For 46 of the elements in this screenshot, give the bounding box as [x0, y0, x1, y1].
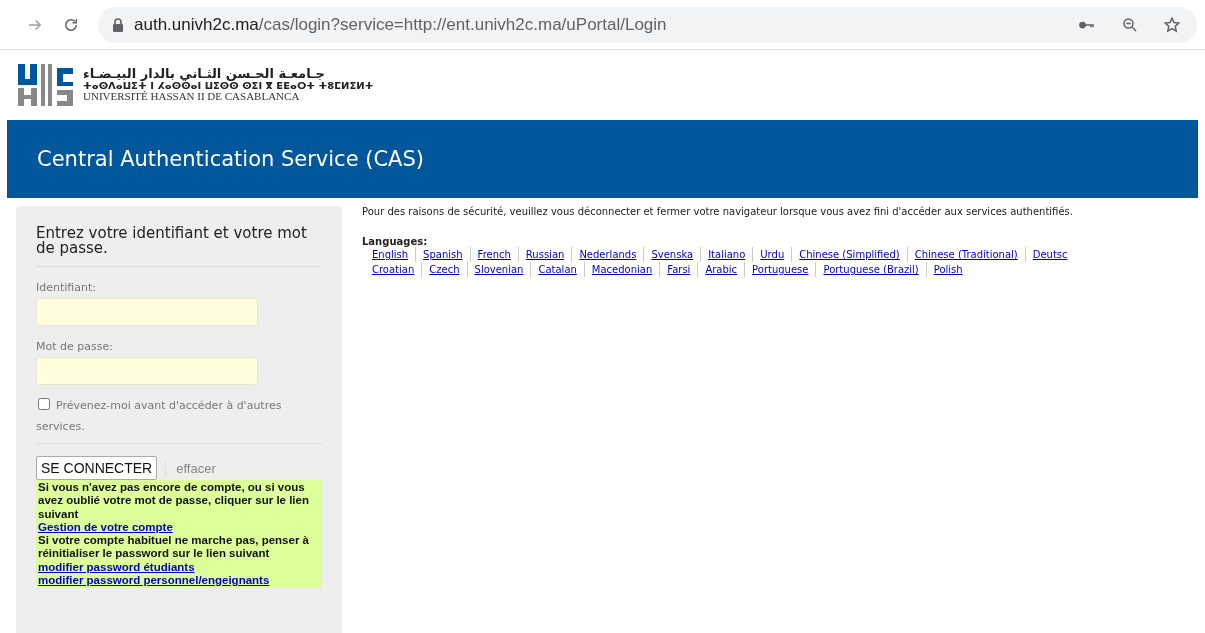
address-bar[interactable]: auth.univh2c.ma/cas/login?service=http://ent.univh2c.ma/uPortal/Login	[98, 6, 1197, 43]
field-label: Identifiant:	[36, 281, 97, 294]
language-link[interactable]: Slovenian	[474, 262, 532, 277]
language-link[interactable]: French	[477, 247, 519, 262]
language-link[interactable]: Italiano	[708, 247, 754, 262]
help-text: Si vous n'avez pas encore de compte, ou si vous avez oublié votre mot de passe, cliquer sur le lien suivant	[38, 481, 310, 521]
language-link[interactable]: Russian	[525, 247, 573, 262]
help-text: Si votre compte habituel ne marche pas, penser à réinitialiser le password sur le lien suivant	[38, 534, 310, 561]
field-label: Mot de passe:	[36, 340, 114, 353]
language-link[interactable]: Arabic	[705, 262, 746, 277]
remember-checkbox[interactable]	[38, 398, 50, 410]
language-link[interactable]: Farsi	[667, 262, 699, 277]
french-university-name: UNIVERSITÉ HASSAN II DE CASABLANCA	[83, 91, 301, 103]
star-icon[interactable]	[1163, 15, 1181, 34]
help-link[interactable]: Gestion de votre compte	[38, 520, 320, 535]
input-field[interactable]	[36, 357, 258, 385]
zoom-out-icon[interactable]	[1121, 15, 1139, 34]
language-link[interactable]: Portuguese	[752, 262, 817, 277]
language-link[interactable]: Spanish	[423, 247, 471, 262]
language-link[interactable]: Chinese (Simplified)	[799, 247, 908, 262]
help-link[interactable]: modifier password personnel/engeignants	[38, 574, 320, 588]
language-link[interactable]: Nederlands	[579, 247, 645, 262]
language-link[interactable]: Catalan	[538, 262, 585, 277]
language-link[interactable]: Portuguese (Brazil)	[823, 262, 927, 277]
language-link[interactable]: Chinese (Traditional)	[914, 247, 1026, 262]
language-link[interactable]: Polish	[933, 262, 970, 277]
language-link[interactable]: Deutsc	[1032, 247, 1075, 262]
remember-label[interactable]: Prévenez-moi avant d'accéder à d'autres services.	[36, 395, 322, 444]
security-message: Pour des raisons de sécurité, veuillez vous déconnecter et fermer votre navigateur lorsque vous avez fini d'accéder aux services authentifiés.	[362, 206, 1074, 217]
language-link[interactable]: Czech	[429, 262, 468, 277]
languages-label: Languages:	[362, 236, 429, 247]
arabic-university-name: جـامعـة الحـسن الثـاني بالدار البيـضـاء	[83, 67, 326, 81]
url-text: auth.univh2c.ma/cas/login?service=http://ent.univh2c.ma/uPortal/Login	[134, 14, 668, 35]
language-link[interactable]: Svenska	[651, 247, 702, 262]
lock-icon	[112, 17, 124, 32]
help-link[interactable]: modifier password étudiants	[38, 560, 320, 575]
language-link[interactable]: Croatian	[372, 262, 423, 277]
university-logo-icon	[17, 62, 75, 108]
input-field[interactable]	[36, 298, 258, 326]
language-link[interactable]: English	[372, 247, 417, 262]
language-link[interactable]: Macedonian	[591, 262, 661, 277]
page-title: Central Authentication Service (CAS)	[37, 147, 424, 171]
login-heading: Entrez votre identifiant et votre mot de passe.	[36, 226, 322, 267]
login-button[interactable]: SE CONNECTER	[36, 456, 158, 480]
tifinagh-university-name: ⵜⴰⵙⴷⴰⵡⵉⵜ ⵏ ⵃⴰⵙⵙⴰⵏ ⵡⵉⵙⵙ ⵙⵉⵏ ⴳ ⴹⴹⴰⵔⵜ ⵜⵓⵎⵍⵉⵍⵜ	[83, 80, 374, 91]
language-link[interactable]: Urdu	[760, 247, 793, 262]
